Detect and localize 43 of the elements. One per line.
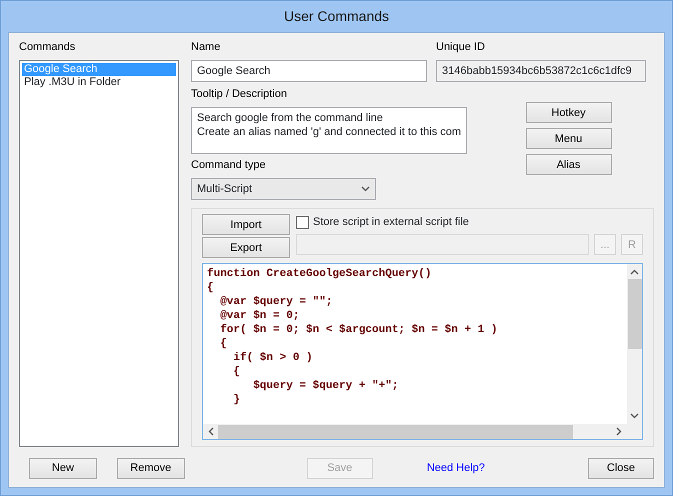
dialog-button[interactable]: New <box>29 458 97 478</box>
window-title: User Commands <box>284 7 390 26</box>
description-line: Search google from the command line <box>197 111 384 125</box>
command-button[interactable]: Alias <box>526 154 612 175</box>
code-line: @var $query = ""; <box>219 295 334 309</box>
code-line: $query = $query + "+"; <box>252 379 400 393</box>
code-line: { <box>219 337 228 351</box>
scroll-down-icon[interactable] <box>630 413 639 419</box>
code-line: } <box>232 393 242 407</box>
command-button[interactable]: Hotkey <box>526 102 612 123</box>
script-editor[interactable]: function CreateGoolgeSearchQuery() { @var $query = ""; @var $n = 0; for( $n = 0; $n < $argcount; $n = $n + 1 ) { if( $n > 0 ) { $query = $query + "+"; } <box>202 263 643 440</box>
name-field[interactable]: Google Search <box>191 60 427 82</box>
code-line: { <box>232 365 242 379</box>
dropdown-value: Multi-Script <box>197 182 252 196</box>
tooltip-field[interactable]: Search google from the command line Create an alias named 'g' and connected it to this com <box>191 107 467 154</box>
unique-id-field[interactable]: 3146babb15934bc6b53872c1c6c1dfc9 <box>436 60 646 82</box>
code-line: if( $n > 0 ) <box>232 351 314 365</box>
command-type-label: Command type <box>191 159 267 172</box>
checkbox-label: Store script in external script file <box>313 215 469 230</box>
scroll-right-icon[interactable] <box>616 427 622 436</box>
description-line: Create an alias named 'g' and connected it to this com <box>197 125 461 139</box>
name-label: Name <box>191 41 222 54</box>
horizontal-scrollbar[interactable] <box>203 424 627 439</box>
code-line: { <box>207 281 215 295</box>
code-line: for( $n = 0; $n < $argcount; $n = $n + 1 ) <box>219 323 498 337</box>
code-line: @var $n = 0; <box>219 309 300 323</box>
unique-id-label: Unique ID <box>436 41 486 54</box>
dialog-button[interactable]: Close <box>588 458 654 478</box>
command-button[interactable]: Menu <box>526 128 612 149</box>
tooltip-label: Tooltip / Description <box>191 88 288 101</box>
export-button[interactable]: Export <box>202 237 290 258</box>
scroll-left-icon[interactable] <box>208 427 214 436</box>
import-button[interactable]: Import <box>202 214 290 235</box>
command-type-dropdown[interactable]: Multi-Script <box>191 178 376 200</box>
command-item[interactable]: Play .M3U in Folder <box>22 76 176 89</box>
dialog-button[interactable]: Remove <box>116 458 185 478</box>
checkbox[interactable] <box>296 216 309 229</box>
chevron-icon <box>361 186 370 192</box>
commands-label: Commands <box>19 41 76 54</box>
vertical-scrollbar[interactable] <box>627 264 642 424</box>
scroll-up-icon[interactable] <box>630 269 639 275</box>
code-line: function CreateGoolgeSearchQuery() <box>207 267 432 281</box>
help-link[interactable]: Need Help? <box>426 460 485 476</box>
